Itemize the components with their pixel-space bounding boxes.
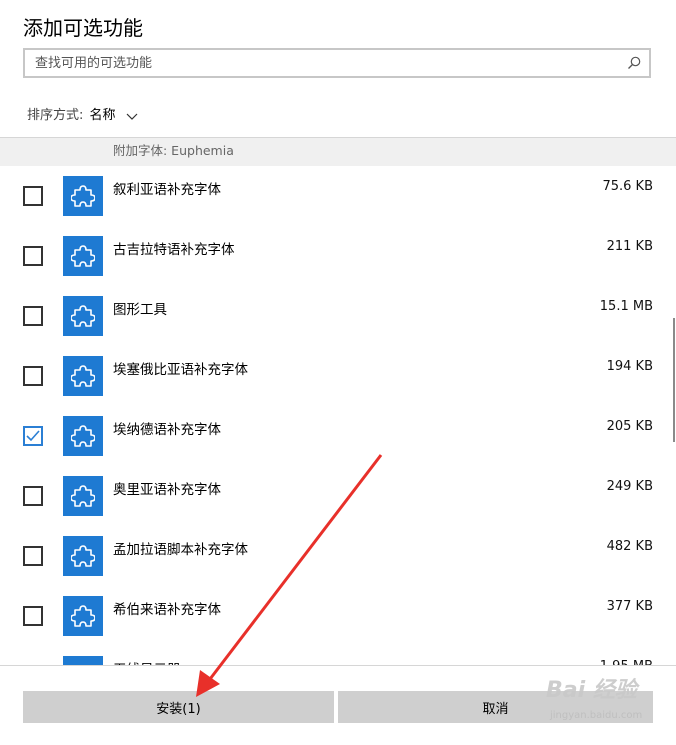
- puzzle-icon: [63, 416, 103, 456]
- feature-size: 249 KB: [606, 479, 653, 494]
- checkbox[interactable]: [23, 366, 43, 386]
- checkbox[interactable]: [23, 246, 43, 266]
- feature-name: 叙利亚语补充字体: [113, 182, 221, 198]
- list-item[interactable]: 无线显示器1.95 MB: [0, 646, 676, 666]
- list-item-partial: 附加字体: Euphemia: [0, 138, 676, 166]
- feature-size: 377 KB: [606, 599, 653, 614]
- puzzle-icon: [63, 176, 103, 216]
- checkbox[interactable]: [23, 606, 43, 626]
- chevron-down-icon: [126, 113, 138, 120]
- sort-label: 排序方式:: [27, 108, 84, 123]
- install-button[interactable]: 安装(1): [23, 691, 334, 723]
- feature-size: 75.6 KB: [602, 179, 653, 194]
- list-item[interactable]: 希伯来语补充字体 377 KB: [0, 586, 676, 646]
- checkbox[interactable]: [23, 306, 43, 326]
- feature-list: 附加字体: Euphemia 叙利亚语补充字体 75.6 KB 古吉拉特语补充字体 2…: [0, 137, 676, 666]
- list-item-desc: 附加字体: Euphemia: [113, 143, 234, 158]
- feature-name: 古吉拉特语补充字体: [113, 242, 235, 258]
- feature-size: 205 KB: [606, 419, 653, 434]
- list-item[interactable]: 图形工具 15.1 MB: [0, 286, 676, 346]
- puzzle-icon: [63, 296, 103, 336]
- feature-size: 211 KB: [606, 239, 653, 254]
- watermark-text: Bai 经验: [546, 678, 637, 703]
- feature-size: 482 KB: [606, 539, 653, 554]
- list-item[interactable]: 埃纳德语补充字体 205 KB: [0, 406, 676, 466]
- checkbox[interactable]: [23, 546, 43, 566]
- sort-value: 名称: [89, 108, 116, 123]
- puzzle-icon: [63, 476, 103, 516]
- puzzle-icon: [63, 356, 103, 396]
- checkbox[interactable]: [23, 186, 43, 206]
- list-item[interactable]: 埃塞俄比亚语补充字体 194 KB: [0, 346, 676, 406]
- checkbox-checked[interactable]: [23, 426, 43, 446]
- puzzle-icon: [63, 536, 103, 576]
- feature-name: 埃纳德语补充字体: [113, 422, 221, 438]
- feature-name: 奥里亚语补充字体: [113, 482, 221, 498]
- search-icon[interactable]: [627, 56, 641, 70]
- list-item[interactable]: 古吉拉特语补充字体 211 KB: [0, 226, 676, 286]
- feature-size: 15.1 MB: [599, 299, 653, 314]
- feature-name: 孟加拉语脚本补充字体: [113, 542, 248, 558]
- list-item[interactable]: 奥里亚语补充字体 249 KB: [0, 466, 676, 526]
- list-item[interactable]: 孟加拉语脚本补充字体 482 KB: [0, 526, 676, 586]
- sort-dropdown[interactable]: 排序方式: 名称: [27, 104, 138, 123]
- feature-size: 194 KB: [606, 359, 653, 374]
- page-title: 添加可选功能: [23, 16, 143, 40]
- watermark-sub: jingyan.baidu.com: [550, 710, 643, 721]
- puzzle-icon: [63, 596, 103, 636]
- list-item[interactable]: 叙利亚语补充字体 75.6 KB: [0, 166, 676, 226]
- feature-name: 图形工具: [113, 302, 167, 318]
- search-input[interactable]: [25, 50, 625, 76]
- checkbox[interactable]: [23, 486, 43, 506]
- scrollbar[interactable]: [673, 318, 675, 442]
- feature-name: 埃塞俄比亚语补充字体: [113, 362, 248, 378]
- feature-name: 希伯来语补充字体: [113, 602, 221, 618]
- puzzle-icon: [63, 236, 103, 276]
- watermark-logo: Bai 经验 jingyan.baidu.com: [546, 668, 656, 728]
- search-box[interactable]: [23, 48, 651, 78]
